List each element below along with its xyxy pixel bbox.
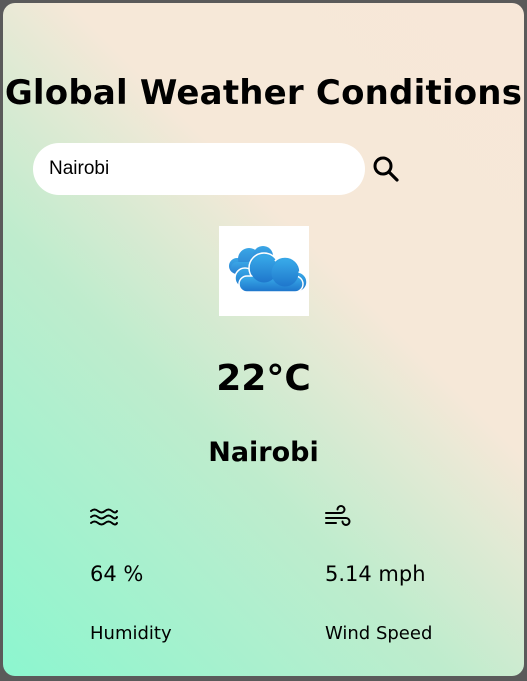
cloud-icon	[229, 246, 308, 293]
search-input[interactable]	[33, 143, 365, 195]
city-name: Nairobi	[208, 437, 319, 468]
weather-card: Global Weather Conditions Nairobi 22°C N…	[3, 3, 524, 676]
humidity-value: 64 %	[90, 562, 144, 586]
search-button[interactable]	[371, 154, 401, 184]
search-icon	[373, 156, 399, 182]
wind-speed-value: 5.14 mph	[325, 562, 426, 586]
wind-speed-label: Wind Speed	[325, 623, 433, 644]
page-title: Global Weather Conditions	[4, 73, 523, 113]
wind-icon	[324, 505, 354, 531]
temperature: 22°C	[216, 358, 311, 399]
humidity-label: Humidity	[90, 623, 172, 644]
humidity-waves-icon	[89, 505, 119, 531]
weather-icon-box	[219, 226, 309, 316]
